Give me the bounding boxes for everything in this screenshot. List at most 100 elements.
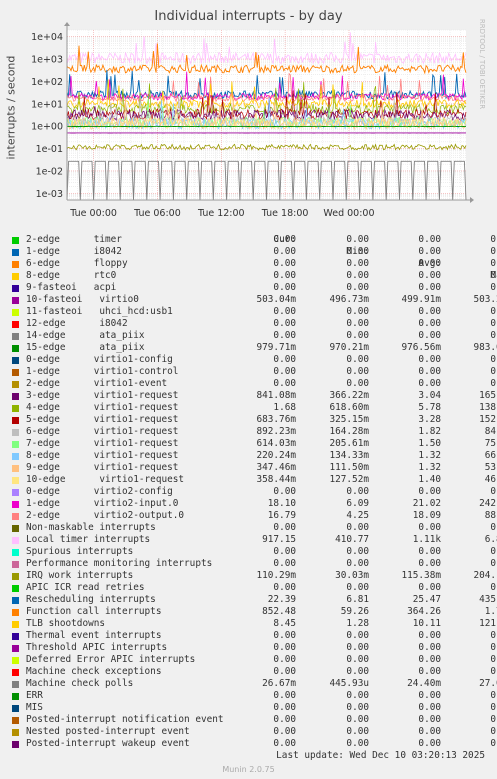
legend-row: 11-fasteoi uhci_hcd:usb1 0.00 0.00 0.00 0.00 bbox=[12, 306, 497, 318]
legend-cur: 892.23m bbox=[256, 426, 296, 437]
legend-header: Cur: Min: Avg: Max: bbox=[12, 222, 497, 281]
legend-min: 970.21m bbox=[329, 342, 369, 353]
legend-max: 0.00 bbox=[490, 306, 497, 317]
legend-max: 53.65 bbox=[484, 462, 497, 473]
legend-swatch bbox=[12, 392, 19, 400]
legend-swatch bbox=[12, 680, 19, 688]
legend-avg: 0.00 bbox=[418, 366, 441, 377]
legend-label: 6-edge floppy bbox=[26, 258, 128, 269]
legend-avg: 0.00 bbox=[418, 270, 441, 281]
legend-row: 9-edge virtio1-request 347.46m 111.50m 1.32… bbox=[12, 462, 497, 474]
legend-row: IRQ work interrupts 110.29m 30.03m 115.38m 2… bbox=[12, 570, 497, 582]
legend-row: Non-maskable interrupts 0.00 0.00 0.00 0.00 bbox=[12, 522, 497, 534]
legend-row: 0-edge virtio2-config 0.00 0.00 0.00 0.00 bbox=[12, 486, 497, 498]
legend-row: Threshold APIC interrupts 0.00 0.00 0.00 0.0… bbox=[12, 642, 497, 654]
legend-avg: 0.00 bbox=[418, 738, 441, 749]
legend-min: 0.00 bbox=[346, 258, 369, 269]
legend-swatch bbox=[12, 248, 19, 256]
legend-avg: 0.00 bbox=[418, 378, 441, 389]
legend-min: 0.00 bbox=[346, 282, 369, 293]
legend-min: 0.00 bbox=[346, 582, 369, 593]
legend-row: 1-edge virtio1-control 0.00 0.00 0.00 0.00 bbox=[12, 366, 497, 378]
legend-avg: 0.00 bbox=[418, 258, 441, 269]
legend-cur: 841.08m bbox=[256, 390, 296, 401]
legend-cur: 0.00 bbox=[273, 654, 296, 665]
y-tick-label: 1e-01 bbox=[36, 144, 63, 155]
legend-min: 0.00 bbox=[346, 270, 369, 281]
legend-label: 8-edge rtc0 bbox=[26, 270, 117, 281]
legend-avg: 976.56m bbox=[401, 342, 441, 353]
legend-avg: 0.00 bbox=[418, 306, 441, 317]
legend-max: 84.64 bbox=[484, 426, 497, 437]
legend-swatch bbox=[12, 740, 19, 748]
legend-min: 325.15m bbox=[329, 414, 369, 425]
legend-avg: 0.00 bbox=[418, 714, 441, 725]
legend-cur: 220.24m bbox=[256, 450, 296, 461]
legend-avg: 0.00 bbox=[418, 582, 441, 593]
legend-max: 0.00 bbox=[490, 702, 497, 713]
legend-avg: 25.47 bbox=[412, 594, 441, 605]
legend-row: APIC ICR read retries 0.00 0.00 0.00 0.00 bbox=[12, 582, 497, 594]
legend-row: Posted-interrupt notification event 0.00 0… bbox=[12, 714, 497, 726]
legend-swatch bbox=[12, 572, 19, 580]
legend-label: TLB shootdowns bbox=[26, 618, 106, 629]
legend-cur: 16.79 bbox=[267, 510, 296, 521]
legend-avg: 0.00 bbox=[418, 282, 441, 293]
legend-label: 5-edge virtio1-request bbox=[26, 414, 179, 425]
legend-min: 0.00 bbox=[346, 306, 369, 317]
legend-max: 0.00 bbox=[490, 282, 497, 293]
legend-swatch bbox=[12, 656, 19, 664]
legend-swatch bbox=[12, 512, 19, 520]
legend-max: 6.81k bbox=[484, 534, 497, 545]
legend-swatch bbox=[12, 236, 19, 244]
legend-min: 0.00 bbox=[346, 714, 369, 725]
y-tick-label: 1e+01 bbox=[31, 99, 63, 110]
legend-avg: 0.00 bbox=[418, 354, 441, 365]
legend-row: Posted-interrupt wakeup event 0.00 0.00 0.0… bbox=[12, 738, 497, 750]
legend-row: 0-edge virtio1-config 0.00 0.00 0.00 0.00 bbox=[12, 354, 497, 366]
legend-cur: 0.00 bbox=[273, 522, 296, 533]
legend-row: 14-edge ata_piix 0.00 0.00 0.00 0.00 bbox=[12, 330, 497, 342]
legend-min: 164.28m bbox=[329, 426, 369, 437]
legend-max: 0.00 bbox=[490, 558, 497, 569]
legend-swatch bbox=[12, 608, 19, 616]
legend-cur: 0.00 bbox=[273, 270, 296, 281]
legend-max: 0.00 bbox=[490, 522, 497, 533]
legend-row: 5-edge virtio1-request 683.76m 325.15m 3.28… bbox=[12, 414, 497, 426]
legend-row: Performance monitoring interrupts 0.00 0.0… bbox=[12, 558, 497, 570]
legend-cur: 0.00 bbox=[273, 330, 296, 341]
legend-swatch bbox=[12, 464, 19, 472]
x-tick-label: Tue 18:00 bbox=[261, 208, 309, 219]
legend-avg: 5.78 bbox=[418, 402, 441, 413]
legend-row: MIS 0.00 0.00 0.00 0.00 bbox=[12, 702, 497, 714]
legend-label: 9-edge virtio1-request bbox=[26, 462, 179, 473]
legend-label: 1-edge i8042 bbox=[26, 246, 122, 257]
legend-cur: 0.00 bbox=[273, 582, 296, 593]
legend-cur: 917.15 bbox=[262, 534, 296, 545]
legend-label: Deferred Error APIC interrupts bbox=[26, 654, 196, 665]
legend-label: Thermal event interrupts bbox=[26, 630, 162, 641]
legend-max: 0.00 bbox=[490, 258, 497, 269]
legend-label: Posted-interrupt notification event bbox=[26, 714, 224, 725]
legend-row: Rescheduling interrupts 22.39 6.81 25.47 435… bbox=[12, 594, 497, 606]
legend-cur: 0.00 bbox=[273, 258, 296, 269]
legend-max: 0.00 bbox=[490, 246, 497, 257]
legend-swatch bbox=[12, 452, 19, 460]
legend-label: Machine check polls bbox=[26, 678, 134, 689]
legend-label: 14-edge ata_piix bbox=[26, 330, 145, 341]
legend-max: 0.00 bbox=[490, 582, 497, 593]
legend-cur: 683.76m bbox=[256, 414, 296, 425]
legend-swatch bbox=[12, 284, 19, 292]
legend-cur: 0.00 bbox=[273, 738, 296, 749]
legend-max: 152.51 bbox=[479, 414, 497, 425]
legend-label: 3-edge virtio1-request bbox=[26, 390, 179, 401]
legend-cur: 0.00 bbox=[273, 378, 296, 389]
legend-min: 0.00 bbox=[346, 630, 369, 641]
legend-swatch bbox=[12, 692, 19, 700]
legend-swatch bbox=[12, 296, 19, 304]
x-tick-label: Wed 00:00 bbox=[323, 208, 374, 219]
legend-swatch bbox=[12, 644, 19, 652]
legend-min: 0.00 bbox=[346, 330, 369, 341]
legend-min: 111.50m bbox=[329, 462, 369, 473]
legend-row: Nested posted-interrupt event 0.00 0.00 0.0… bbox=[12, 726, 497, 738]
